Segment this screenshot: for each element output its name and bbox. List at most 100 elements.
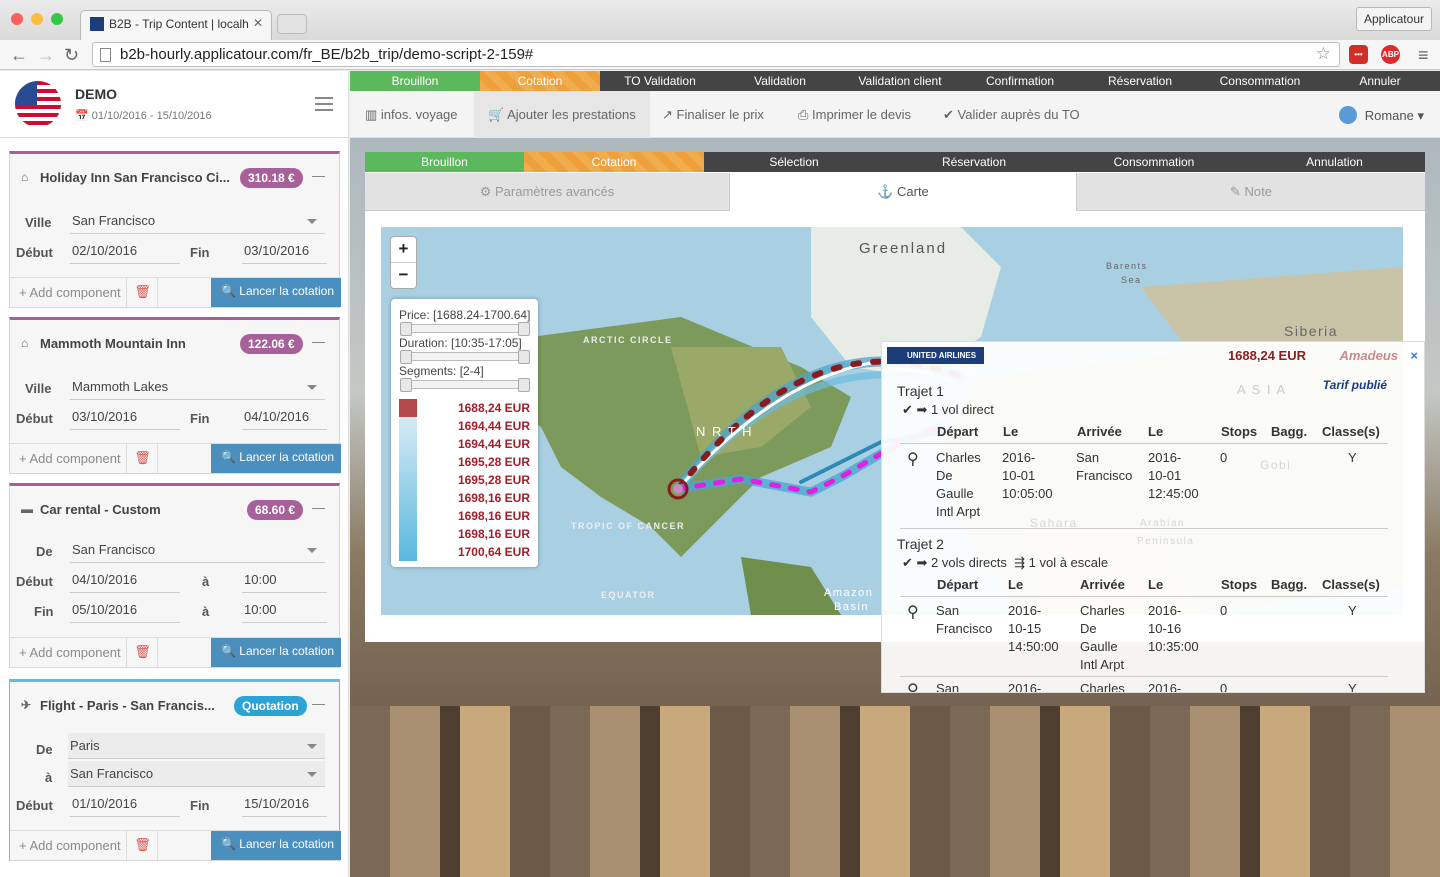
cstatus-annulation[interactable]: Annulation	[1244, 152, 1425, 172]
adblock-extension-icon[interactable]: ABP	[1381, 45, 1400, 64]
profile-button[interactable]: Applicatour	[1355, 7, 1432, 31]
cstatus-cotation[interactable]: Cotation	[524, 152, 704, 172]
launch-quote-button[interactable]: 🔍 Lancer la cotation	[211, 444, 341, 473]
from-select[interactable]: Paris	[68, 733, 325, 759]
r2-stops: 0	[1220, 603, 1228, 618]
bookmark-star-icon[interactable]: ☆	[1316, 44, 1331, 64]
trip-header: DEMO 📅 01/10/2016 - 15/10/2016	[0, 71, 348, 138]
at-label: à	[202, 574, 210, 589]
price-item[interactable]: 1694,44 EUR	[458, 435, 530, 453]
price-item[interactable]: 1698,16 EUR	[458, 525, 530, 543]
forward-icon[interactable]: →	[37, 45, 55, 66]
hamburger-icon[interactable]	[315, 97, 333, 111]
price-item[interactable]: 1688,24 EUR	[458, 399, 530, 417]
from-select[interactable]: San Francisco	[70, 537, 325, 563]
r1-departure: Charles De Gaulle Intl Arpt	[936, 450, 981, 519]
end-time-input[interactable]: 10:00	[242, 597, 327, 623]
search-icon[interactable]: ⚲	[907, 680, 919, 692]
price-item[interactable]: 1700,64 EUR	[458, 543, 530, 561]
page-icon	[100, 48, 111, 62]
status-annuler[interactable]: Annuler	[1320, 71, 1440, 91]
add-component-button[interactable]: + Add component	[10, 444, 127, 473]
end-date-input[interactable]: 15/10/2016	[242, 791, 327, 817]
start-date-input[interactable]: 04/10/2016	[70, 567, 180, 593]
maximize-window-button[interactable]	[51, 13, 63, 25]
close-popup-icon[interactable]: ×	[1410, 348, 1418, 363]
add-component-button[interactable]: + Add component	[10, 638, 127, 667]
duration-slider[interactable]	[400, 350, 530, 364]
price-item[interactable]: 1695,28 EUR	[458, 471, 530, 489]
search-icon[interactable]: ⚲	[907, 602, 919, 622]
new-tab-button[interactable]	[277, 14, 307, 34]
trash-icon[interactable]: 🗑	[128, 638, 158, 667]
start-date-input[interactable]: 01/10/2016	[70, 791, 180, 817]
tab-note[interactable]: ✎ Note	[1077, 173, 1425, 211]
card-header[interactable]: ✈ Flight - Paris - San Francis... Quotati…	[10, 682, 339, 726]
price-item[interactable]: 1694,44 EUR	[458, 417, 530, 435]
menu-icon[interactable]: ≡	[1418, 45, 1429, 66]
nav-finaliser-prix[interactable]: ↗ Finaliser le prix	[662, 91, 764, 138]
status-confirmation[interactable]: Confirmation	[960, 71, 1080, 91]
trash-icon[interactable]: 🗑	[128, 444, 158, 473]
user-menu[interactable]: Romane ▾	[1338, 106, 1424, 124]
status-brouillon[interactable]: Brouillon	[350, 71, 480, 91]
launch-quote-button[interactable]: 🔍 Lancer la cotation	[211, 278, 341, 307]
city-select[interactable]: Mammoth Lakes	[70, 374, 325, 400]
card-header[interactable]: ▬ Car rental - Custom 68.60 € —	[10, 486, 339, 530]
trash-icon[interactable]: 🗑	[128, 278, 158, 307]
reload-icon[interactable]: ↻	[64, 45, 79, 66]
nav-ajouter-prestations[interactable]: 🛒 Ajouter les prestations	[474, 91, 650, 138]
card-header[interactable]: ⌂ Mammoth Mountain Inn 122.06 € —	[10, 320, 339, 364]
start-date-input[interactable]: 03/10/2016	[70, 404, 180, 430]
start-date-input[interactable]: 02/10/2016	[70, 238, 180, 264]
search-icon[interactable]: ⚲	[907, 449, 919, 469]
status-validation-client[interactable]: Validation client	[840, 71, 960, 91]
price-item[interactable]: 1698,16 EUR	[458, 489, 530, 507]
address-bar[interactable]: b2b-hourly.applicatour.com/fr_BE/b2b_tri…	[92, 42, 1340, 67]
collapse-icon[interactable]: —	[312, 696, 325, 711]
nav-valider-to[interactable]: ✔ Valider auprès du TO	[943, 91, 1080, 138]
status-badge: Quotation	[234, 696, 307, 716]
minimize-window-button[interactable]	[31, 13, 43, 25]
zoom-out-button[interactable]: −	[391, 263, 416, 289]
close-window-button[interactable]	[11, 13, 23, 25]
end-date-input[interactable]: 03/10/2016	[242, 238, 327, 264]
tab-carte[interactable]: ⚓ Carte	[729, 173, 1077, 211]
status-reservation[interactable]: Réservation	[1080, 71, 1200, 91]
cstatus-reservation[interactable]: Réservation	[884, 152, 1064, 172]
launch-quote-button[interactable]: 🔍 Lancer la cotation	[211, 831, 341, 860]
back-icon[interactable]: ←	[10, 45, 28, 66]
cstatus-brouillon[interactable]: Brouillon	[365, 152, 524, 172]
to-select[interactable]: San Francisco	[68, 761, 325, 787]
city-select[interactable]: San Francisco	[70, 208, 325, 234]
cstatus-selection[interactable]: Sélection	[704, 152, 884, 172]
browser-tab[interactable]: B2B - Trip Content | localh ✕	[80, 10, 272, 40]
status-to-validation[interactable]: TO Validation	[600, 71, 720, 91]
add-component-button[interactable]: + Add component	[10, 278, 127, 307]
segments-slider[interactable]	[400, 378, 530, 392]
status-validation[interactable]: Validation	[720, 71, 840, 91]
trash-icon[interactable]: 🗑	[128, 831, 158, 860]
r3-arrival: Charles	[1080, 681, 1125, 693]
end-date-input[interactable]: 04/10/2016	[242, 404, 327, 430]
status-consommation[interactable]: Consommation	[1200, 71, 1320, 91]
lastpass-extension-icon[interactable]: •••	[1349, 45, 1368, 64]
start-time-input[interactable]: 10:00	[242, 567, 327, 593]
collapse-icon[interactable]: —	[312, 500, 325, 515]
nav-infos-voyage[interactable]: ▥ infos. voyage	[365, 91, 458, 138]
nav-imprimer-devis[interactable]: ⎙ Imprimer le devis	[798, 91, 911, 138]
add-component-button[interactable]: + Add component	[10, 831, 127, 860]
price-slider[interactable]	[400, 322, 530, 336]
price-item[interactable]: 1698,16 EUR	[458, 507, 530, 525]
price-item[interactable]: 1695,28 EUR	[458, 453, 530, 471]
zoom-in-button[interactable]: +	[391, 237, 416, 263]
tab-parametres-avances[interactable]: ⚙ Paramètres avancés	[365, 173, 729, 211]
cstatus-consommation[interactable]: Consommation	[1064, 152, 1244, 172]
card-header[interactable]: ⌂ Holiday Inn San Francisco Ci... 310.18 …	[10, 154, 339, 198]
end-date-input[interactable]: 05/10/2016	[70, 597, 180, 623]
status-cotation[interactable]: Cotation	[480, 71, 600, 91]
close-tab-icon[interactable]: ✕	[253, 16, 263, 30]
collapse-icon[interactable]: —	[312, 168, 325, 183]
collapse-icon[interactable]: —	[312, 334, 325, 349]
launch-quote-button[interactable]: 🔍 Lancer la cotation	[211, 638, 341, 667]
